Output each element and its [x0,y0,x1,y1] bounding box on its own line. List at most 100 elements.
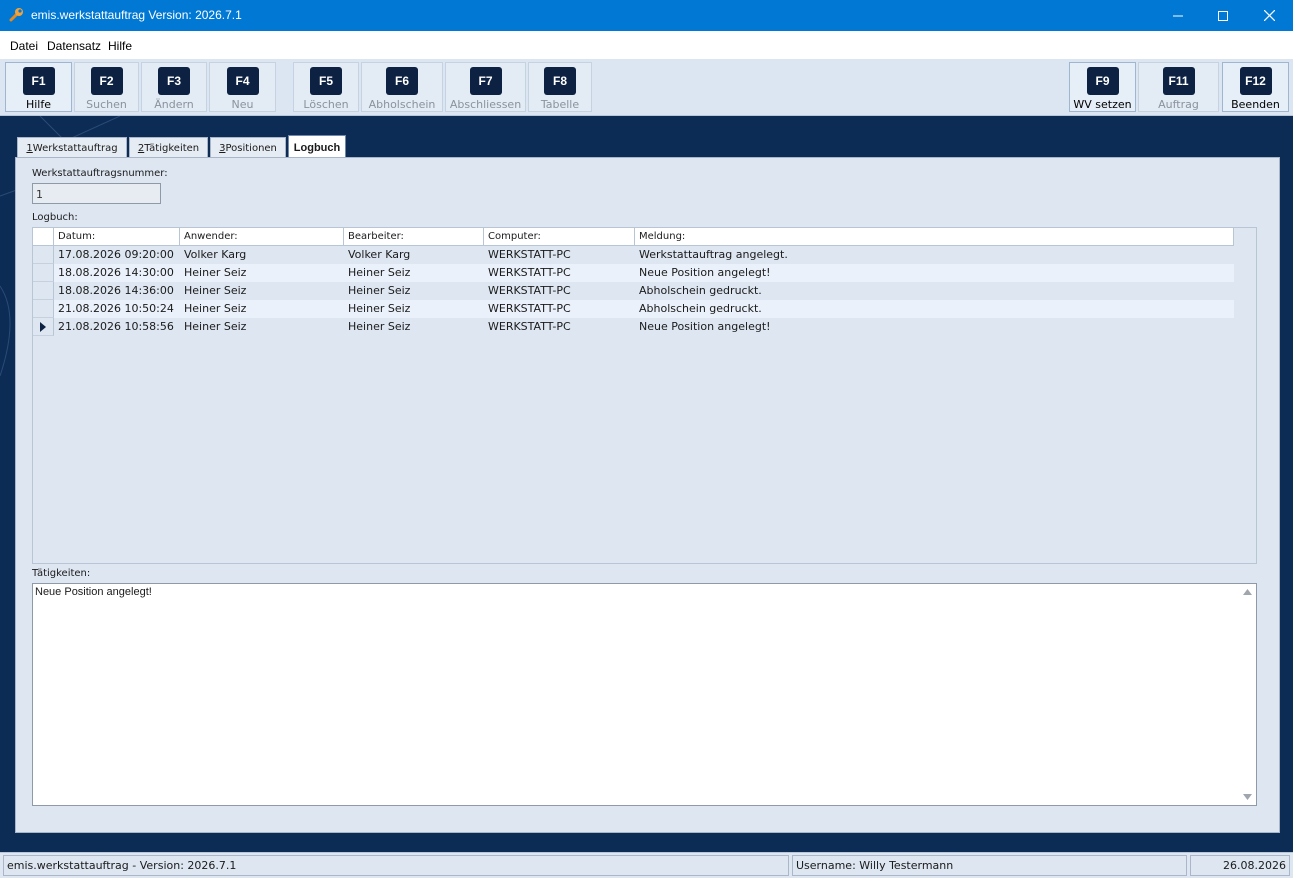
cell-datum: 18.08.2026 14:36:00 [58,284,174,297]
maximize-button[interactable] [1200,0,1246,31]
table-button[interactable]: F8 Tabelle [528,62,592,112]
tab-logbuch-label: Logbuch [293,141,341,154]
menu-datensatz[interactable]: Datensatz [47,39,101,53]
cell-computer: WERKSTATT-PC [488,248,571,261]
f5-key-icon: F5 [310,67,342,95]
cell-datum: 21.08.2026 10:50:24 [58,302,174,315]
cell-bearbeiter: Heiner Seiz [348,302,411,315]
menu-hilfe[interactable]: Hilfe [108,39,132,53]
cell-bearbeiter: Heiner Seiz [348,284,411,297]
tab-taetigkeiten[interactable]: 2 Tätigkeiten [129,137,208,159]
activities-scrollbar[interactable] [1239,584,1256,805]
column-header-anwender[interactable]: Anwender: [180,228,344,246]
wrench-app-icon [9,8,23,22]
delete-button-label: Löschen [303,98,349,111]
menu-datei[interactable]: Datei [10,39,38,53]
table-button-label: Tabelle [540,98,580,111]
f9-key-icon: F9 [1086,67,1119,95]
row-header[interactable] [33,282,54,300]
row-header[interactable] [33,300,54,318]
cell-meldung: Werkstattauftrag angelegt. [639,248,788,261]
close-button[interactable] [1246,0,1292,31]
tab-werkstattauftrag[interactable]: 1 Werkstattauftrag [17,137,127,159]
cell-bearbeiter: Volker Karg [348,248,411,261]
window-title: emis.werkstattauftrag Version: 2026.7.1 [31,8,242,22]
search-button[interactable]: F2 Suchen [74,62,139,112]
scroll-down-icon[interactable] [1243,794,1252,800]
table-row[interactable]: 21.08.2026 10:58:56 Heiner Seiz Heiner S… [54,318,1234,336]
row-header[interactable] [33,318,54,336]
status-date: 26.08.2026 [1190,855,1290,876]
cell-anwender: Heiner Seiz [184,266,247,279]
minimize-button[interactable] [1155,0,1201,31]
order-number-field[interactable]: 1 [32,183,161,204]
new-button-label: Neu [231,98,254,111]
column-header-bearbeiter[interactable]: Bearbeiter: [344,228,484,246]
edit-button-label: Ändern [154,98,194,111]
scroll-up-icon[interactable] [1243,589,1252,595]
minimize-icon [1173,15,1183,16]
table-row[interactable]: 18.08.2026 14:36:00 Heiner Seiz Heiner S… [54,282,1234,300]
activities-textarea[interactable]: Neue Position angelegt! [32,583,1257,806]
new-button[interactable]: F4 Neu [209,62,276,112]
table-row[interactable]: 18.08.2026 14:30:00 Heiner Seiz Heiner S… [54,264,1234,282]
order-button-label: Auftrag [1158,98,1199,111]
f3-key-icon: F3 [158,67,190,95]
search-button-label: Suchen [86,98,127,111]
f6-key-icon: F6 [386,67,418,95]
pickup-slip-button-label: Abholschein [368,98,436,111]
f11-key-icon: F11 [1162,67,1195,95]
set-wv-button-label: WV setzen [1073,98,1132,111]
f12-key-icon: F12 [1239,67,1272,95]
order-number-label: Werkstattauftragsnummer: [32,168,168,179]
cell-meldung: Abholschein gedruckt. [639,284,762,297]
activities-text: Neue Position angelegt! [35,586,152,598]
help-button-label: Hilfe [25,98,52,111]
column-header-computer[interactable]: Computer: [484,228,635,246]
current-row-indicator-icon [40,322,46,332]
set-wv-button[interactable]: F9 WV setzen [1069,62,1136,112]
row-header[interactable] [33,246,54,264]
row-header[interactable] [33,264,54,282]
tab-werkstattauftrag-label: Werkstattauftrag [32,143,118,154]
cell-datum: 21.08.2026 10:58:56 [58,320,174,333]
f8-key-icon: F8 [544,67,576,95]
activities-label: Tätigkeiten: [32,568,91,579]
f1-key-icon: F1 [22,67,55,95]
cell-datum: 17.08.2026 09:20:00 [58,248,174,261]
tab-positionen-label: Positionen [225,143,277,154]
status-username: Username: Willy Testermann [792,855,1187,876]
cell-meldung: Neue Position angelegt! [639,320,771,333]
cell-anwender: Heiner Seiz [184,302,247,315]
column-header-meldung[interactable]: Meldung: [635,228,1234,246]
cell-meldung: Neue Position angelegt! [639,266,771,279]
cell-computer: WERKSTATT-PC [488,266,571,279]
table-row[interactable]: 21.08.2026 10:50:24 Heiner Seiz Heiner S… [54,300,1234,318]
delete-button[interactable]: F5 Löschen [293,62,359,112]
f4-key-icon: F4 [226,67,259,95]
row-header-corner [33,228,54,246]
cell-computer: WERKSTATT-PC [488,302,571,315]
help-button[interactable]: F1 Hilfe [5,62,72,112]
log-table[interactable]: Datum: Anwender: Bearbeiter: Computer: M… [32,227,1257,564]
pickup-slip-button[interactable]: F6 Abholschein [361,62,443,112]
cell-anwender: Heiner Seiz [184,320,247,333]
title-bar: emis.werkstattauftrag Version: 2026.7.1 [0,0,1293,31]
column-header-datum[interactable]: Datum: [54,228,180,246]
menu-bar: Datei Datensatz Hilfe [0,31,1293,59]
status-bar: emis.werkstattauftrag - Version: 2026.7.… [0,852,1293,878]
table-row[interactable]: 17.08.2026 09:20:00 Volker Karg Volker K… [54,246,1234,264]
exit-button[interactable]: F12 Beenden [1222,62,1289,112]
cell-meldung: Abholschein gedruckt. [639,302,762,315]
cell-bearbeiter: Heiner Seiz [348,320,411,333]
exit-button-label: Beenden [1231,98,1280,111]
complete-button-label: Abschliessen [449,98,522,111]
tab-positionen[interactable]: 3 Positionen [210,137,286,159]
cell-datum: 18.08.2026 14:30:00 [58,266,174,279]
tab-logbuch[interactable]: Logbuch [288,135,346,159]
complete-button[interactable]: F7 Abschliessen [445,62,526,112]
cell-bearbeiter: Heiner Seiz [348,266,411,279]
cell-computer: WERKSTATT-PC [488,320,571,333]
edit-button[interactable]: F3 Ändern [141,62,207,112]
order-button[interactable]: F11 Auftrag [1138,62,1219,112]
